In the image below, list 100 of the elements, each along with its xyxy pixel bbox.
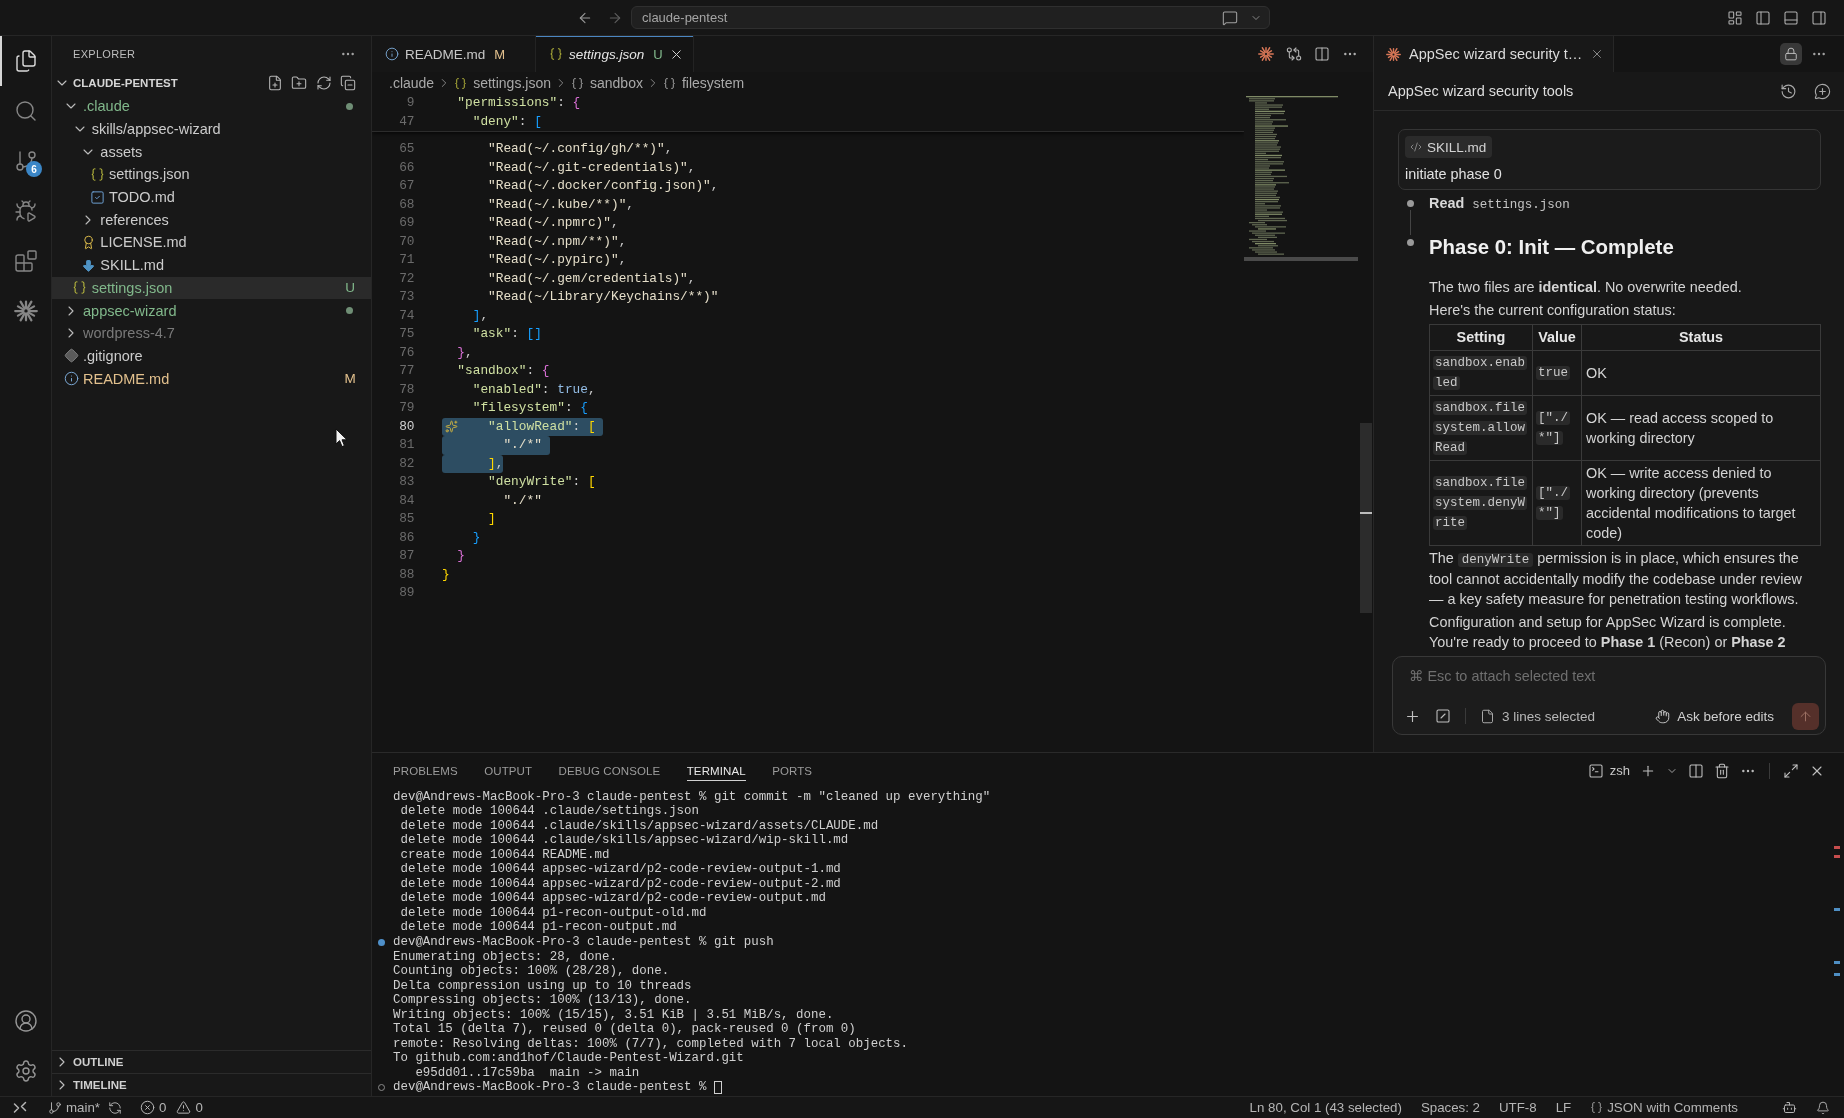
panel-tab[interactable]: PORTS [772, 760, 813, 781]
tree-item[interactable]: SKILL.md [52, 253, 371, 277]
tree-item[interactable]: skills/appsec-wizard [52, 117, 371, 141]
lock-button[interactable] [1780, 43, 1802, 65]
terminal-line: Delta compression using up to 10 threads [393, 978, 692, 994]
trash-icon[interactable] [1714, 762, 1730, 779]
code-line: "Read(~/.npmrc)", [487, 214, 619, 232]
breadcrumb-item[interactable]: .claude [389, 75, 435, 91]
mode-button[interactable]: Ask before edits [1655, 708, 1774, 724]
git-status-letter: U [344, 280, 356, 296]
encoding-button[interactable]: UTF-8 [1499, 1100, 1537, 1115]
slash-command-icon[interactable] [1435, 708, 1451, 724]
line-number: 82 [398, 454, 415, 473]
error-icon[interactable] [140, 1100, 155, 1115]
hand-icon [1655, 708, 1671, 724]
paragraph: Here's the current configuration status: [1429, 300, 1677, 320]
bot-icon[interactable] [1782, 1100, 1797, 1115]
breadcrumb-item[interactable]: settings.json [454, 75, 551, 91]
split-editor-icon[interactable] [1314, 46, 1330, 62]
maximize-icon[interactable] [1783, 762, 1799, 779]
line-number: 87 [398, 547, 415, 565]
starburst-icon [13, 299, 38, 323]
indentation-button[interactable]: Spaces: 2 [1420, 1100, 1480, 1115]
line-number: 71 [398, 251, 415, 269]
terminal-selector[interactable]: zsh [1587, 762, 1630, 779]
activity-tab[interactable]: 6 [0, 136, 51, 186]
sync-icon[interactable] [108, 1100, 122, 1115]
new-chat-icon[interactable] [1814, 82, 1831, 100]
workspace-header[interactable]: CLAUDE-PENTEST [52, 72, 371, 94]
mouse-pointer-icon [335, 428, 348, 448]
line-number: 84 [398, 491, 415, 510]
breadcrumb-item[interactable]: sandbox [571, 75, 643, 91]
panel-tab[interactable]: PROBLEMS [393, 760, 458, 781]
chat-icon[interactable] [1222, 9, 1238, 26]
panel-tab[interactable]: OUTPUT [484, 760, 533, 781]
scrollbar-thumb[interactable] [1359, 423, 1372, 613]
tree-item[interactable]: .claude [52, 95, 371, 118]
tree-item[interactable]: TODO.md [52, 185, 371, 209]
new-file-icon[interactable] [266, 75, 283, 91]
selection-chip[interactable]: 3 lines selected [1480, 708, 1596, 724]
panel-tab[interactable]: DEBUG CONSOLE [558, 760, 661, 781]
terminal-line: e95dd01..17c59ba main -> main [414, 1065, 640, 1081]
chat-tab[interactable]: AppSec wizard security t… [1374, 36, 1615, 72]
line-number: 75 [398, 325, 415, 343]
tree-item[interactable]: assets [52, 140, 371, 164]
tree-item[interactable]: LICENSE.md [52, 231, 371, 254]
info-icon [385, 47, 399, 61]
language-button[interactable]: JSON with Comments [1590, 1100, 1738, 1115]
terminal-line: delete mode 100644 p1-recon-output-old.md [399, 905, 707, 921]
compare-icon[interactable] [1286, 46, 1302, 62]
line-ending-button[interactable]: LF [1555, 1100, 1572, 1115]
bell-icon[interactable] [1816, 1100, 1830, 1115]
cursor-position[interactable]: Ln 80, Col 1 (43 selected) [1249, 1100, 1402, 1115]
collapse-icon[interactable] [340, 75, 356, 91]
file-path: settings.json [1472, 197, 1570, 214]
command-center[interactable]: claude-pentest [631, 6, 1270, 29]
code-line: "filesystem": { [471, 399, 588, 417]
layout-icon[interactable] [1727, 9, 1743, 26]
attachment-chip[interactable]: SKILL.md [1405, 136, 1493, 158]
terminal-line: delete mode 100644 .claude/settings.json [399, 804, 699, 819]
minimap[interactable] [1244, 96, 1358, 262]
section-header[interactable]: OUTLINE [52, 1050, 371, 1073]
sidebar-right-icon[interactable] [1811, 9, 1827, 26]
line-number: 72 [398, 269, 415, 288]
tree-item[interactable]: settings.json U [52, 276, 371, 300]
braces-icon [454, 76, 468, 90]
sidebar-left-icon[interactable] [1755, 9, 1771, 26]
line-number: 74 [398, 306, 415, 325]
new-folder-icon[interactable] [291, 75, 307, 91]
panel-bottom-icon[interactable] [1783, 9, 1799, 26]
code-line: "ask": [] [471, 325, 542, 343]
code-line: } [471, 528, 481, 547]
starburst-icon[interactable] [1258, 46, 1274, 62]
history-icon[interactable] [1780, 82, 1797, 100]
sparkles-icon[interactable] [444, 420, 458, 433]
panel-tab[interactable]: TERMINAL [686, 760, 746, 781]
tree-item[interactable]: wordpress-4.7 [52, 321, 371, 345]
tree-item[interactable]: .gitignore [52, 344, 371, 368]
code-line: "Read(~/.npm/**)", [487, 232, 627, 251]
tree-item[interactable]: references [52, 208, 371, 232]
braces-icon [549, 47, 564, 61]
sidebar-title: EXPLORER [73, 48, 136, 60]
branch-button[interactable]: main* [48, 1100, 100, 1115]
message-input[interactable]: ⌘ Esc to attach selected text 3 lines selected Ask before edits [1392, 656, 1826, 735]
terminal-line: To github.com:and1hof/Claude-Pentest-Wizard.git [393, 1051, 744, 1066]
code-line: ], [471, 306, 489, 325]
warning-icon[interactable] [176, 1100, 192, 1115]
breadcrumb-item[interactable]: filesystem [662, 75, 745, 91]
remote-icon[interactable] [13, 1100, 27, 1115]
tree-item[interactable]: appsec-wizard [52, 299, 371, 322]
tree-item[interactable]: settings.json [52, 163, 371, 186]
line-number: 78 [398, 380, 415, 399]
terminal-line: Enumerating objects: 28, done. [393, 949, 617, 965]
tree-item[interactable]: README.md M [52, 367, 371, 390]
account-icon [13, 1009, 38, 1033]
git-status-letter: M [494, 46, 506, 62]
editor-tab[interactable]: settings.json U [536, 36, 694, 72]
refresh-icon[interactable] [315, 75, 332, 91]
split-icon[interactable] [1688, 762, 1704, 779]
terminal-line: delete mode 100644 appsec-wizard/p2-code-review-output.md [399, 891, 826, 906]
